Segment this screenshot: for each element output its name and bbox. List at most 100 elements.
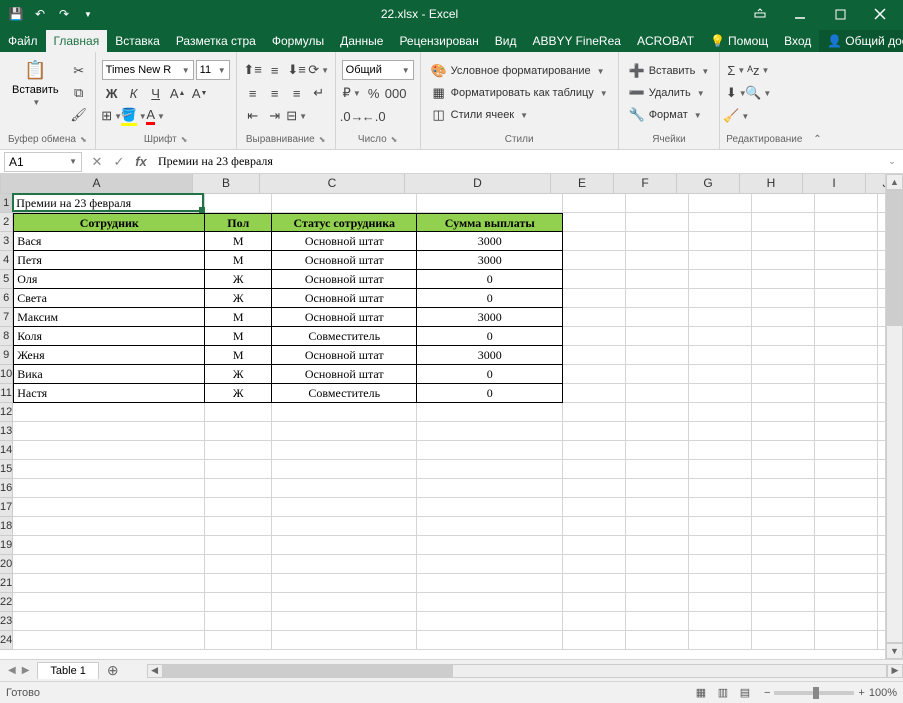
cell[interactable] (752, 270, 815, 289)
row-header[interactable]: 18 (0, 517, 13, 536)
cell[interactable] (563, 612, 626, 631)
tab-share[interactable]: 👤Общий доступ (819, 30, 903, 52)
cell[interactable] (626, 289, 689, 308)
cell[interactable] (563, 308, 626, 327)
borders-icon[interactable]: ⊞▼ (102, 106, 122, 126)
format-as-table-button[interactable]: ▦Форматировать как таблицу▼ (427, 83, 612, 103)
zoom-level[interactable]: 100% (869, 687, 897, 699)
cell[interactable] (878, 422, 885, 441)
cell[interactable] (689, 232, 752, 251)
cell[interactable] (878, 232, 885, 251)
row-header[interactable]: 15 (0, 460, 13, 479)
cell[interactable] (878, 593, 885, 612)
fill-icon[interactable]: ⬇▼ (726, 83, 746, 103)
ribbon-options-icon[interactable] (741, 2, 779, 26)
cell[interactable] (626, 422, 689, 441)
cell[interactable] (272, 441, 417, 460)
cell[interactable] (815, 365, 878, 384)
cell[interactable] (752, 308, 815, 327)
cell[interactable] (417, 403, 563, 422)
cell[interactable]: Совместитель (272, 384, 417, 403)
row-header[interactable]: 4 (0, 251, 13, 270)
bold-button[interactable]: Ж (102, 83, 122, 103)
cell[interactable] (205, 574, 272, 593)
cell[interactable]: Ж (205, 289, 272, 308)
minimize-icon[interactable] (781, 2, 819, 26)
collapse-ribbon-icon[interactable]: ⌃ (813, 134, 821, 145)
find-icon[interactable]: 🔍▼ (748, 83, 768, 103)
cell[interactable]: Женя (13, 346, 205, 365)
page-break-view-icon[interactable]: ▤ (734, 684, 756, 702)
row-header[interactable]: 14 (0, 441, 13, 460)
cell[interactable] (878, 574, 885, 593)
cell[interactable] (563, 194, 626, 213)
zoom-in-icon[interactable]: + (858, 687, 864, 699)
cancel-icon[interactable]: ✕ (86, 151, 108, 173)
cell[interactable] (13, 460, 205, 479)
cell[interactable] (752, 574, 815, 593)
vscroll-thumb[interactable] (887, 191, 902, 326)
cell[interactable] (689, 422, 752, 441)
cell[interactable]: Петя (13, 251, 205, 270)
insert-cells-button[interactable]: ➕Вставить▼ (625, 61, 714, 81)
tab-formulas[interactable]: Формулы (264, 30, 332, 52)
dialog-launcher-icon[interactable]: ⬊ (391, 135, 398, 144)
cell[interactable] (563, 536, 626, 555)
cell[interactable]: Вася (13, 232, 205, 251)
row-header[interactable]: 21 (0, 574, 13, 593)
row-header[interactable]: 24 (0, 631, 13, 650)
cell[interactable]: Основной штат (272, 232, 417, 251)
cell[interactable] (815, 213, 878, 232)
tab-login[interactable]: Вход (776, 30, 819, 52)
copy-icon[interactable]: ⧉ (69, 83, 89, 103)
cell[interactable] (689, 384, 752, 403)
cell[interactable]: Ж (205, 365, 272, 384)
row-header[interactable]: 12 (0, 403, 13, 422)
row-header[interactable]: 13 (0, 422, 13, 441)
cell[interactable]: 0 (417, 270, 563, 289)
cell[interactable] (417, 612, 563, 631)
cell[interactable] (689, 574, 752, 593)
cell[interactable]: М (205, 308, 272, 327)
column-header[interactable]: C (260, 174, 405, 194)
tab-view[interactable]: Вид (487, 30, 525, 52)
cell[interactable] (205, 517, 272, 536)
cell[interactable] (272, 612, 417, 631)
cell[interactable] (626, 555, 689, 574)
cell[interactable] (205, 460, 272, 479)
cell[interactable] (815, 574, 878, 593)
cell[interactable] (752, 441, 815, 460)
scroll-down-icon[interactable]: ▼ (886, 643, 903, 659)
cell[interactable] (689, 631, 752, 650)
cell[interactable] (563, 213, 626, 232)
row-header[interactable]: 17 (0, 498, 13, 517)
column-header[interactable]: H (740, 174, 803, 194)
cell[interactable] (563, 479, 626, 498)
cell[interactable] (272, 631, 417, 650)
cell[interactable] (752, 593, 815, 612)
conditional-format-button[interactable]: 🎨Условное форматирование▼ (427, 61, 612, 81)
cell[interactable] (417, 574, 563, 593)
cell[interactable] (878, 194, 885, 213)
cell[interactable] (417, 593, 563, 612)
cell[interactable] (878, 308, 885, 327)
horizontal-scrollbar[interactable]: ◀ ▶ (147, 664, 903, 678)
tab-file[interactable]: Файл (0, 30, 46, 52)
cell[interactable] (752, 384, 815, 403)
cell[interactable] (752, 251, 815, 270)
scroll-left-icon[interactable]: ◀ (147, 664, 163, 678)
cell[interactable] (626, 270, 689, 289)
number-format-select[interactable]: Общий▼ (342, 60, 414, 80)
cell[interactable] (878, 327, 885, 346)
paste-button[interactable]: 📋 Вставить ▼ (6, 54, 65, 132)
row-header[interactable]: 10 (0, 365, 13, 384)
cell[interactable] (626, 384, 689, 403)
cell[interactable] (815, 536, 878, 555)
cell[interactable] (752, 631, 815, 650)
column-header[interactable]: E (551, 174, 614, 194)
cell[interactable]: Основной штат (272, 308, 417, 327)
dialog-launcher-icon[interactable]: ⬊ (319, 135, 326, 144)
shrink-font-icon[interactable]: A▼ (190, 83, 210, 103)
row-header[interactable]: 2 (0, 213, 13, 232)
cell[interactable] (689, 251, 752, 270)
